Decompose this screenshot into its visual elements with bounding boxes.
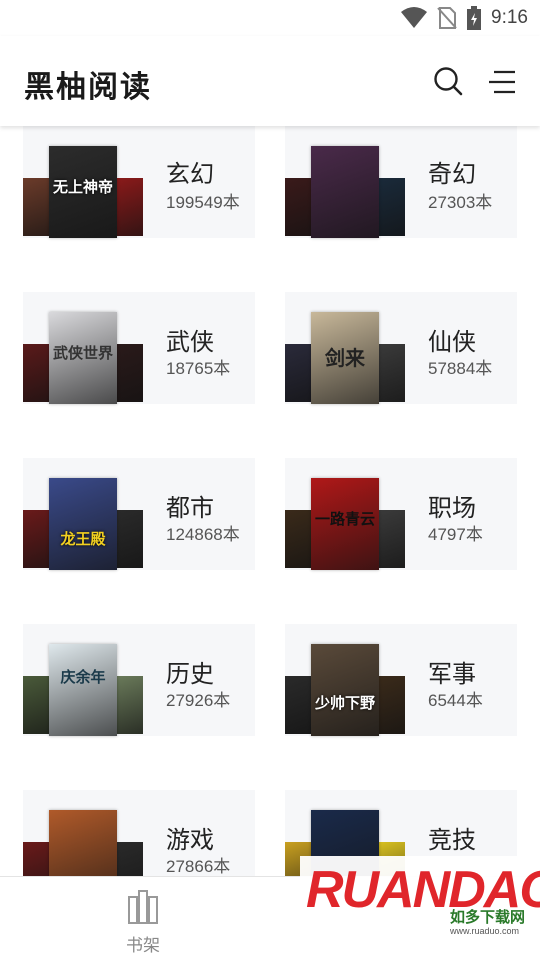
category-count: 57884本 [428,359,493,378]
watermark-logo: RUANDAO 如多下载网 www.ruaduo.com [300,856,540,950]
search-icon[interactable] [433,66,463,96]
book-cover [23,842,49,876]
book-cover [285,178,311,236]
category-card-wuxia[interactable]: 武侠世界 武侠 18765本 [23,292,255,404]
book-cover: 庆余年 [49,644,117,736]
book-cover [379,178,405,236]
category-card-junshi[interactable]: 少帅下野 军事 6544本 [285,624,517,736]
category-name: 都市 [166,494,214,522]
category-count: 199549本 [166,193,240,212]
book-cover [23,178,49,236]
category-name: 游戏 [166,826,214,854]
book-cover: 武侠世界 [49,312,117,404]
category-name: 历史 [166,660,214,688]
category-name: 武侠 [166,328,214,356]
nav-bookshelf-label: 书架 [126,936,160,956]
category-card-lishi[interactable]: 庆余年 历史 27926本 [23,624,255,736]
category-grid: 无上神帝 玄幻 199549本 奇幻 27303本 武侠世界 武侠 18765本… [0,126,540,876]
category-card-qihuan[interactable]: 奇幻 27303本 [285,126,517,238]
book-cover [285,344,311,402]
book-cover [117,178,143,236]
category-count: 6544本 [428,691,483,710]
category-card-dushi[interactable]: 龙王殿 都市 124868本 [23,458,255,570]
battery-icon [467,6,482,30]
cover-stack: 龙王殿 [23,458,145,570]
no-sim-icon [437,7,457,29]
category-name: 竞技 [428,826,476,854]
cover-stack [23,790,145,876]
cover-stack: 少帅下野 [285,624,407,736]
book-cover: 剑来 [311,312,379,404]
category-name: 玄幻 [166,160,214,188]
category-count: 27866本 [166,857,231,876]
book-cover [285,510,311,568]
cover-stack: 一路青云 [285,458,407,570]
book-cover: 一路青云 [311,478,379,570]
status-bar: 9:16 [0,0,540,36]
category-count: 27926本 [166,691,231,710]
nav-bookshelf[interactable]: 书架 [113,889,173,956]
book-cover [117,344,143,402]
category-card-xuanhuan[interactable]: 无上神帝 玄幻 199549本 [23,126,255,238]
watermark-url: www.ruaduo.com [450,926,520,936]
category-card-zhichang[interactable]: 一路青云 职场 4797本 [285,458,517,570]
book-cover [379,344,405,402]
book-cover [23,344,49,402]
book-cover [117,676,143,734]
book-cover [23,510,49,568]
book-cover: 无上神帝 [49,146,117,238]
category-count: 4797本 [428,525,483,544]
category-card-xianxia[interactable]: 剑来 仙侠 57884本 [285,292,517,404]
category-count: 124868本 [166,525,240,544]
book-cover [23,676,49,734]
category-count: 18765本 [166,359,231,378]
app-title: 黑柚阅读 [24,70,152,105]
book-cover [379,676,405,734]
category-name: 军事 [428,660,476,688]
book-cover [311,146,379,238]
book-cover [379,510,405,568]
cover-stack [285,126,407,238]
menu-icon[interactable] [488,69,516,95]
category-name: 职场 [428,494,476,522]
cover-stack: 庆余年 [23,624,145,736]
watermark-sub: 如多下载网 [450,908,526,926]
bookshelf-icon [128,890,158,924]
cover-stack: 无上神帝 [23,126,145,238]
book-cover: 龙王殿 [49,478,117,570]
cover-stack: 剑来 [285,292,407,404]
cover-stack: 武侠世界 [23,292,145,404]
category-count: 27303本 [428,193,493,212]
book-cover [285,676,311,734]
category-name: 奇幻 [428,160,476,188]
book-cover [117,842,143,876]
wifi-icon [401,7,428,28]
book-cover [117,510,143,568]
book-cover: 少帅下野 [311,644,379,736]
book-cover [49,810,117,876]
category-name: 仙侠 [428,328,476,356]
app-bar: 黑柚阅读 [0,36,540,126]
category-card-youxi[interactable]: 游戏 27866本 [23,790,255,876]
status-time: 9:16 [491,7,528,28]
